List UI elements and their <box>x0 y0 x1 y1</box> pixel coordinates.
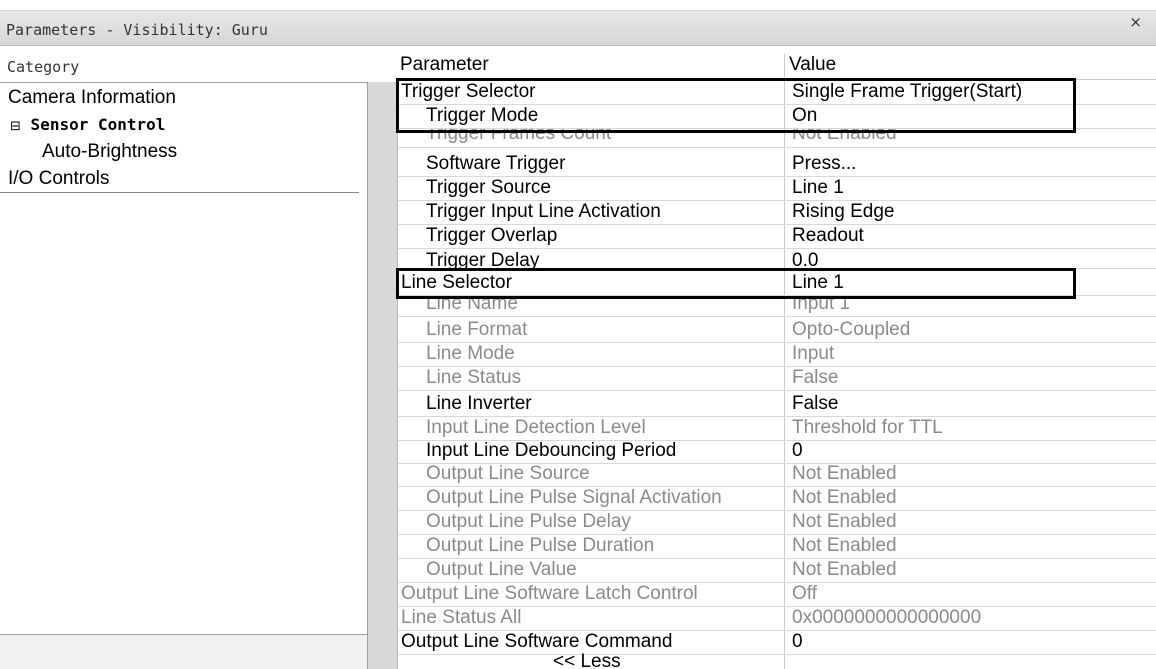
param-name: Trigger Input Line Activation <box>426 201 661 222</box>
category-panel-footer <box>0 635 368 669</box>
param-value: Off <box>792 583 817 604</box>
grid-row-output-line-software-command[interactable]: Output Line Software Command 0 <box>398 631 1156 655</box>
grid-row-trigger-delay[interactable]: Trigger Delay 0.0 <box>398 249 1156 269</box>
column-header-parameter[interactable]: Parameter <box>400 54 489 76</box>
param-name: Line Mode <box>426 343 515 364</box>
param-name: Line Status All <box>401 607 522 628</box>
param-name: Line Inverter <box>426 393 532 414</box>
category-item-camera-information[interactable]: Camera Information <box>8 87 176 109</box>
param-value: Not Enabled <box>792 487 897 508</box>
category-item-auto-brightness[interactable]: Auto-Brightness <box>42 141 177 163</box>
param-value[interactable]: Single Frame Trigger(Start) <box>792 80 1022 104</box>
param-value[interactable]: 0 <box>792 630 803 654</box>
grid-row-output-line-pulse-delay: Output Line Pulse Delay Not Enabled <box>398 511 1156 535</box>
grid-row-line-name: Line Name Input 1 <box>398 297 1156 317</box>
grid-row-software-trigger[interactable]: Software Trigger Press... <box>398 153 1156 177</box>
param-value: Input 1 <box>792 297 851 314</box>
param-value[interactable]: Line 1 <box>792 271 844 295</box>
param-value: Input <box>792 343 835 364</box>
param-name: Line Status <box>426 367 522 388</box>
column-header-value[interactable]: Value <box>789 54 836 76</box>
param-name: Line Selector <box>401 272 512 293</box>
param-value: Not Enabled <box>792 129 897 144</box>
collapse-toggle-icon[interactable]: ⊟ <box>10 119 21 134</box>
grid-row-trigger-frames-count: Trigger Frames Count Not Enabled <box>398 129 1156 148</box>
param-value: Not Enabled <box>792 559 897 580</box>
param-value[interactable]: On <box>792 104 817 128</box>
category-item-io-controls[interactable]: I/O Controls <box>8 168 109 190</box>
grid-row-line-selector[interactable]: Line Selector Line 1 <box>398 272 1156 296</box>
param-value[interactable]: Rising Edge <box>792 200 894 224</box>
param-name: Output Line Pulse Duration <box>426 535 655 556</box>
param-name: Software Trigger <box>426 153 566 174</box>
grid-row-line-status-all: Line Status All 0x0000000000000000 <box>398 607 1156 631</box>
param-value[interactable]: 0 <box>792 439 803 463</box>
param-name: Trigger Mode <box>426 105 539 126</box>
param-name: Output Line Pulse Delay <box>426 511 631 532</box>
param-value: Not Enabled <box>792 511 897 532</box>
category-header: Category <box>7 58 80 76</box>
grid-row-trigger-selector[interactable]: Trigger Selector Single Frame Trigger(Sta… <box>398 81 1156 105</box>
param-name: Trigger Source <box>426 177 551 198</box>
grid-row-trigger-mode[interactable]: Trigger Mode On <box>398 105 1156 129</box>
param-value: Opto-Coupled <box>792 319 911 340</box>
category-tree: Camera Information ⊟ Sensor Control Auto… <box>0 82 368 635</box>
param-name: Input Line Detection Level <box>426 417 646 438</box>
param-value[interactable]: 0.0 <box>792 249 818 268</box>
param-value[interactable]: False <box>792 392 838 416</box>
less-button[interactable]: << Less <box>553 651 621 669</box>
grid-row-header-strip[interactable] <box>368 82 398 669</box>
grid-row-output-line-value: Output Line Value Not Enabled <box>398 559 1156 583</box>
param-value: Not Enabled <box>792 535 897 556</box>
param-name: Output Line Source <box>426 463 590 484</box>
window-title: Parameters - Visibility: Guru <box>6 21 268 39</box>
param-value: Not Enabled <box>792 463 897 484</box>
param-value[interactable]: Line 1 <box>792 176 844 200</box>
param-value: False <box>792 367 839 388</box>
grid-row-line-format: Line Format Opto-Coupled <box>398 319 1156 343</box>
param-value: 0x0000000000000000 <box>792 607 982 628</box>
param-name: Trigger Frames Count <box>426 129 612 144</box>
grid-row-line-status: Line Status False <box>398 367 1156 391</box>
grid-row-line-inverter[interactable]: Line Inverter False <box>398 393 1156 417</box>
grid-row-output-line-software-latch-control: Output Line Software Latch Control Off <box>398 583 1156 607</box>
window-titlebar: Parameters - Visibility: Guru × <box>0 10 1156 46</box>
param-name: Trigger Selector <box>401 81 536 102</box>
param-value[interactable]: Readout <box>792 224 864 248</box>
param-name: Output Line Software Command <box>401 631 673 652</box>
param-name: Input Line Debouncing Period <box>426 440 677 461</box>
grid-row-output-line-pulse-duration: Output Line Pulse Duration Not Enabled <box>398 535 1156 559</box>
grid-row-output-line-pulse-signal-activation: Output Line Pulse Signal Activation Not E… <box>398 487 1156 511</box>
param-name: Trigger Overlap <box>426 225 558 246</box>
param-name: Line Name <box>426 297 518 314</box>
close-icon[interactable]: × <box>1129 13 1142 31</box>
category-item-sensor-control-label: Sensor Control <box>30 115 166 134</box>
grid-row-trigger-source[interactable]: Trigger Source Line 1 <box>398 177 1156 201</box>
param-value[interactable]: Press... <box>792 152 856 176</box>
grid-row-input-line-detection-level: Input Line Detection Level Threshold for … <box>398 417 1156 441</box>
param-name: Output Line Value <box>426 559 577 580</box>
param-name: Line Format <box>426 319 528 340</box>
param-name: Output Line Pulse Signal Activation <box>426 487 722 508</box>
grid-row-trigger-overlap[interactable]: Trigger Overlap Readout <box>398 225 1156 249</box>
param-value: Threshold for TTL <box>792 417 943 438</box>
grid-header: Parameter Value <box>398 54 1156 78</box>
category-item-sensor-control[interactable]: ⊟ Sensor Control <box>10 115 165 134</box>
param-name: Trigger Delay <box>426 250 540 269</box>
grid-row-input-line-debouncing-period[interactable]: Input Line Debouncing Period 0 <box>398 440 1156 464</box>
param-name: Output Line Software Latch Control <box>401 583 698 604</box>
grid-row-line-mode: Line Mode Input <box>398 343 1156 367</box>
grid-row-output-line-source: Output Line Source Not Enabled <box>398 463 1156 487</box>
grid-row-trigger-input-line-activation[interactable]: Trigger Input Line Activation Rising Edge <box>398 201 1156 225</box>
